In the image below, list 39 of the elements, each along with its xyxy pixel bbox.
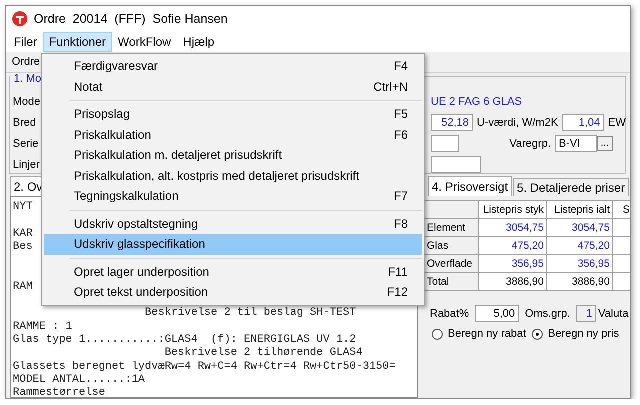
table-cell: 356,95 — [547, 255, 613, 273]
text-line: KAR — [13, 228, 33, 241]
table-cell: 3886,90 — [547, 273, 613, 291]
column-header: Listepris styk — [479, 201, 547, 219]
text-line: Rammestørrelse — [13, 387, 106, 397]
group-label: Oms.grp. — [525, 308, 570, 320]
window-title: Ordre 20014 (FFF) Sofie Hansen — [34, 12, 228, 26]
text-line: Bes — [13, 240, 33, 254]
column-header: S — [613, 201, 630, 219]
row-header: Overflade — [425, 255, 479, 273]
row-header: Glas — [425, 237, 479, 255]
varegrp-label: Varegrp. — [510, 138, 551, 150]
text-line: NYT — [13, 201, 33, 214]
currency-label: Valuta — [598, 308, 629, 320]
text-line: RAMME : 1 — [13, 320, 72, 334]
table-cell: 3886,90 — [479, 273, 547, 291]
u-value-label: U-værdi, W/m2K — [477, 116, 558, 128]
discount-label: Rabat% — [430, 308, 470, 320]
table-cell: 475,20 — [479, 237, 547, 255]
field-label: Linjer — [12, 158, 40, 170]
text-line: Beskrivelse 2 til beslag SH-TEST — [144, 307, 356, 321]
table-cell: 3054,75 — [479, 219, 547, 237]
text-line: Beskrivelse 2 tilhørende GLAS4 — [164, 347, 363, 361]
row-header: Element — [425, 219, 479, 237]
text-line: MODEL ANTAL......:1A — [13, 374, 146, 387]
field-label: Mode — [12, 96, 40, 108]
row-header: Total — [425, 273, 479, 291]
table-cell: 3054,75 — [547, 219, 613, 237]
column-header: Listepris ialt — [547, 201, 613, 219]
text-line: RAM — [13, 280, 33, 294]
table-cell: 475,20 — [547, 237, 613, 255]
text-line: Glassets beregnet lydvæRw=4 Rw+C=4 Rw+Ctr=4 Rw+Ctr50-3150= — [13, 360, 396, 374]
model-name: UE 2 FAG 6 GLAS — [431, 96, 522, 108]
field-label: Bred — [12, 116, 38, 128]
text-line: Glas type 1...........:GLAS4 (f): ENERGIGLAS UV 1.2 — [13, 334, 356, 347]
table-cell: 356,95 — [479, 255, 547, 273]
ew-label: EW — [608, 116, 626, 128]
toolbar-label: Ordre — [12, 56, 40, 68]
field-label: Serie — [12, 138, 40, 150]
